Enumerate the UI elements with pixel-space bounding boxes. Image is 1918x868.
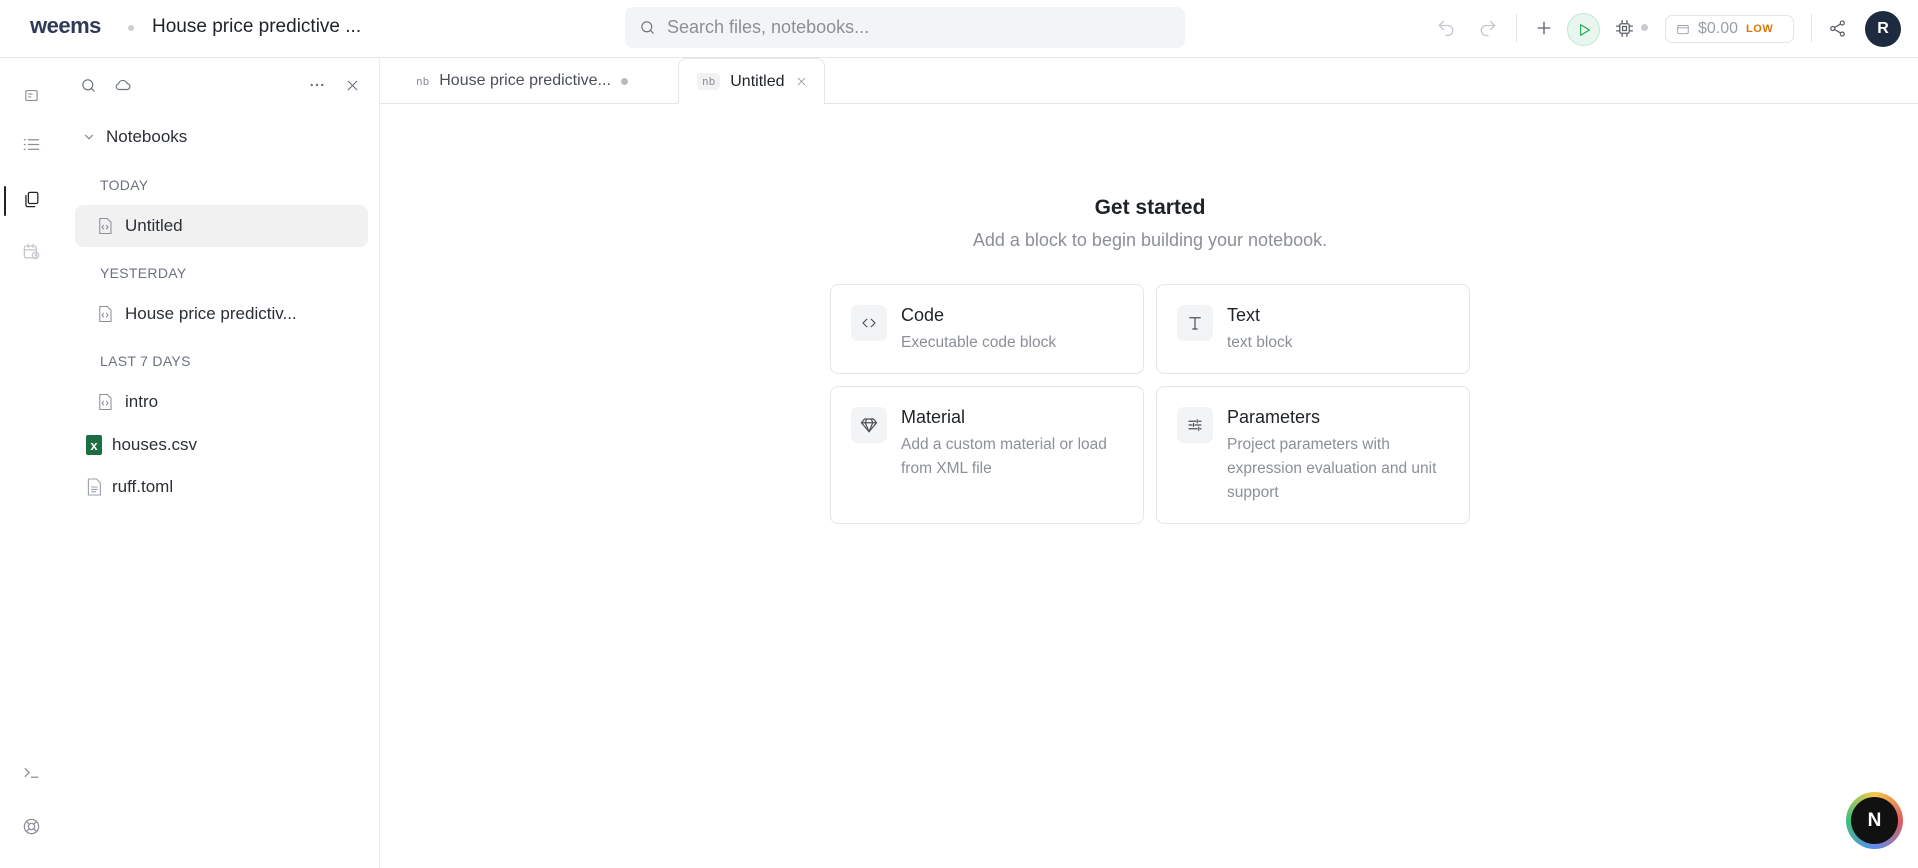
file-item[interactable]: ruff.toml (86, 472, 173, 502)
terminal-icon (24, 767, 38, 778)
rail-outline-button[interactable] (18, 131, 44, 157)
global-search[interactable] (625, 7, 1185, 48)
tab-label: House price predictive... (439, 72, 611, 89)
panel-icon (24, 89, 38, 101)
cloud-icon (115, 79, 131, 91)
explorer-panel: Notebooks TODAY Untitled YESTERDAY House… (62, 58, 380, 868)
sliders-icon (1177, 407, 1213, 443)
assistant-launcher-button[interactable]: N (1846, 792, 1903, 849)
group-label-yesterday: YESTERDAY (100, 265, 187, 281)
play-icon (1579, 23, 1590, 36)
notebook-item-label: House price predictiv... (125, 304, 297, 323)
explorer-search-button[interactable] (75, 72, 101, 98)
tab-close-icon[interactable] (795, 75, 808, 88)
tab-label: Untitled (730, 72, 785, 90)
code-icon (851, 305, 887, 341)
group-label-today: TODAY (100, 177, 149, 193)
card-title: Material (901, 407, 966, 427)
notebooks-section-label: Notebooks (106, 127, 188, 146)
get-started-title: Get started (1094, 196, 1206, 219)
notebooks-section-toggle[interactable]: Notebooks (82, 127, 187, 147)
card-description: Executable code block (901, 334, 1057, 351)
add-text-block-card[interactable]: Text text block (1156, 284, 1470, 374)
chevron-down-icon (82, 130, 96, 144)
card-title: Parameters (1227, 407, 1321, 427)
redo-button[interactable] (1475, 15, 1501, 41)
explorer-toolbar (62, 72, 380, 100)
search-input[interactable] (667, 7, 1167, 48)
rail-overview-button[interactable] (18, 82, 44, 108)
tab-notebook-prefix: nb (416, 74, 430, 88)
notebook-file-icon (97, 393, 113, 411)
more-horizontal-icon (310, 83, 324, 87)
top-bar: weems House price predictive ... $0.00 L… (0, 0, 1918, 58)
toolbar-divider (1811, 14, 1812, 42)
rail-help-button[interactable] (18, 813, 44, 839)
add-material-block-card[interactable]: Material Add a custom material or load f… (830, 386, 1144, 524)
undo-button[interactable] (1433, 15, 1459, 41)
compute-button[interactable] (1611, 15, 1637, 41)
cost-indicator[interactable]: $0.00 LOW (1665, 15, 1794, 43)
notebook-file-icon (97, 305, 113, 323)
notebook-item[interactable]: House price predictiv... (75, 293, 368, 335)
project-title[interactable]: House price predictive ... (152, 16, 361, 38)
get-started-subtitle: Add a block to begin building your noteb… (972, 230, 1328, 250)
group-label-last-7-days: LAST 7 DAYS (100, 353, 191, 369)
plus-icon (1537, 21, 1551, 35)
redo-icon (1480, 20, 1496, 37)
cpu-icon (1615, 19, 1633, 37)
notebook-item[interactable]: intro (75, 381, 368, 423)
add-parameters-block-card[interactable]: Parameters Project parameters with expre… (1156, 386, 1470, 524)
excel-icon: x (86, 435, 102, 455)
activity-rail (0, 58, 62, 868)
tab-house-price-predictive[interactable]: nb House price predictive... (416, 58, 628, 104)
editor-tab-bar: nb House price predictive... nb Untitled (380, 58, 1918, 105)
app-logo[interactable]: weems (30, 13, 101, 39)
file-icon (86, 477, 102, 497)
tab-notebook-prefix: nb (697, 73, 721, 90)
explorer-close-button[interactable] (339, 72, 365, 98)
cost-amount: $0.00 (1698, 20, 1739, 37)
text-icon (1177, 305, 1213, 341)
lifebuoy-icon (23, 818, 39, 834)
undo-icon (1438, 20, 1454, 37)
toolbar-divider (1516, 14, 1517, 42)
card-title: Code (901, 305, 945, 325)
share-icon (1829, 19, 1845, 37)
tab-untitled[interactable]: nb Untitled (678, 58, 825, 105)
explorer-cloud-button[interactable] (110, 72, 136, 98)
cost-level-badge: LOW (1746, 23, 1774, 35)
title-separator-dot (128, 25, 134, 31)
user-avatar[interactable]: R (1865, 11, 1901, 47)
card-description: Add a custom material or load from XML f… (901, 436, 1107, 477)
wallet-icon (1676, 22, 1690, 36)
search-icon (81, 78, 95, 92)
diamond-icon (851, 407, 887, 443)
share-button[interactable] (1824, 15, 1850, 41)
notebook-item-label: intro (125, 392, 159, 411)
unsaved-dot (620, 77, 628, 85)
compute-status-dot (1641, 24, 1648, 31)
add-button[interactable] (1531, 15, 1557, 41)
file-item[interactable]: x houses.csv (86, 430, 197, 460)
explorer-more-button[interactable] (304, 72, 330, 98)
add-code-block-card[interactable]: Code Executable code block (830, 284, 1144, 374)
list-icon (23, 138, 39, 150)
assistant-initial: N (1851, 797, 1898, 844)
close-icon (347, 80, 357, 90)
file-item-label: ruff.toml (112, 477, 174, 496)
run-button[interactable] (1567, 13, 1600, 46)
card-description: Project parameters with expression evalu… (1227, 436, 1437, 501)
card-title: Text (1227, 305, 1261, 325)
card-description: text block (1227, 334, 1293, 351)
search-icon (639, 19, 656, 36)
rail-terminal-button[interactable] (18, 759, 44, 785)
file-item-label: houses.csv (112, 435, 198, 454)
